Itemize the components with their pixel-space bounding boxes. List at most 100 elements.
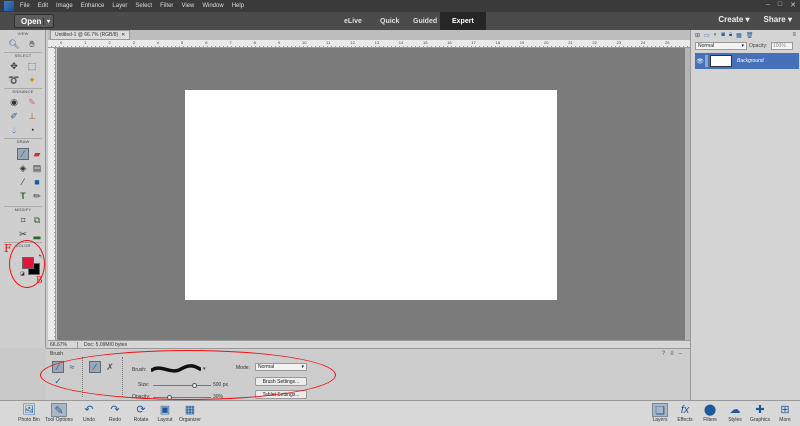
close-icon[interactable]: –: [679, 351, 682, 357]
menu-image[interactable]: Image: [56, 3, 73, 9]
eraser-tool-icon[interactable]: ▰: [31, 148, 43, 160]
zoom-tool-icon[interactable]: 🔍︎: [8, 38, 20, 50]
close-icon[interactable]: ✕: [790, 1, 796, 9]
visibility-eye-icon[interactable]: 👁︎: [695, 58, 705, 65]
chevron-down-icon[interactable]: ▾: [42, 17, 50, 25]
lock-all-icon[interactable]: ▦: [736, 32, 742, 39]
ruler-tick-label: 19: [519, 40, 525, 45]
create-label: Create: [718, 15, 744, 24]
bottom-taskbar: 🖼︎ Photo Bin ✎ Tool Options ↶ Undo ↷ Red…: [0, 400, 800, 426]
paint-bucket-tool-icon[interactable]: ◈: [17, 162, 29, 174]
more-button[interactable]: ⊞ More: [770, 403, 800, 423]
section-draw-label: DRAW: [16, 139, 30, 144]
blend-mode-value: Normal: [698, 43, 715, 49]
document-canvas[interactable]: [185, 90, 557, 300]
adjustment-layer-icon[interactable]: ◐: [714, 32, 718, 39]
menu-select[interactable]: Select: [135, 3, 152, 9]
eyedropper-tool-icon[interactable]: ⁄: [17, 176, 29, 188]
layer-opacity-field[interactable]: 100%: [771, 42, 793, 50]
canvas-workspace[interactable]: [57, 48, 685, 340]
redo-icon: ↷: [110, 404, 120, 416]
create-button[interactable]: Create ▾: [718, 15, 749, 24]
ruler-tick-label: 13: [374, 40, 380, 45]
open-label: Open: [21, 16, 42, 26]
document-tab[interactable]: Untitled-1 @ 66.7% (RGB/8) ✕: [50, 30, 131, 40]
menu-view[interactable]: View: [181, 3, 194, 9]
open-button[interactable]: Open ▾: [14, 14, 54, 28]
lasso-tool-icon[interactable]: ➰: [8, 74, 20, 86]
sponge-tool-icon[interactable]: ◔: [26, 124, 38, 136]
menu-layer[interactable]: Layer: [112, 3, 127, 9]
panel-menu-icon[interactable]: ≡: [670, 351, 674, 357]
annotation-ellipse: [40, 350, 336, 400]
recompose-tool-icon[interactable]: ⧉: [31, 214, 43, 226]
share-button[interactable]: Share ▾: [764, 15, 792, 24]
content-aware-move-tool-icon[interactable]: ✂: [17, 228, 29, 240]
spot-healing-tool-icon[interactable]: ✎: [26, 96, 38, 108]
tab-elive[interactable]: eLive: [344, 12, 362, 30]
ruler-tick-label: 5: [181, 40, 184, 45]
ruler-tick-label: 9: [277, 40, 281, 45]
marquee-tool-icon[interactable]: ⬚: [26, 60, 38, 72]
layer-mask-icon[interactable]: ◙: [721, 32, 725, 39]
new-layer-icon[interactable]: ⊞: [695, 32, 700, 39]
ruler-tick-label: 11: [326, 40, 331, 45]
type-tool-icon[interactable]: T: [17, 190, 29, 202]
hand-tool-icon[interactable]: ✋︎: [26, 38, 38, 50]
custom-shape-tool-icon[interactable]: ■: [31, 176, 43, 188]
menu-help[interactable]: Help: [232, 3, 244, 9]
foreground-color-swatch[interactable]: [22, 257, 34, 269]
tool-options-icon: ✎: [51, 403, 67, 417]
photo-bin-button[interactable]: 🖼︎ Photo Bin: [14, 403, 44, 423]
tab-expert[interactable]: Expert: [440, 12, 486, 30]
menu-edit[interactable]: Edit: [38, 3, 48, 9]
rotate-icon: ⟳: [136, 404, 146, 416]
smart-brush-tool-icon[interactable]: ✐: [8, 110, 20, 122]
menu-file[interactable]: File: [20, 3, 30, 9]
ruler-tick-label: 18: [495, 40, 501, 45]
ruler-tick-label: 15: [423, 40, 428, 45]
chevron-down-icon: ▾: [741, 43, 744, 49]
vertical-ruler: [48, 48, 56, 340]
tab-quick[interactable]: Quick: [380, 12, 399, 30]
lock-icon[interactable]: 🔒︎: [729, 32, 732, 39]
layer-row[interactable]: 👁︎ Background: [695, 53, 799, 69]
minimize-icon[interactable]: –: [766, 1, 770, 9]
new-group-icon[interactable]: ▭: [704, 32, 710, 39]
crop-tool-icon[interactable]: ⌗: [17, 214, 29, 226]
ruler-tick-label: 22: [592, 40, 597, 45]
tab-guided[interactable]: Guided: [413, 12, 437, 30]
ruler-tick-label: 12: [350, 40, 355, 45]
close-icon[interactable]: ✕: [121, 32, 125, 38]
panel-menu-icon[interactable]: ≡: [792, 32, 796, 38]
menu-bar: File Edit Image Enhance Layer Select Fil…: [0, 0, 800, 12]
ruler-tick-label: 16: [447, 40, 452, 45]
menu-filter[interactable]: Filter: [160, 3, 173, 9]
maximize-icon[interactable]: □: [778, 1, 782, 9]
straighten-tool-icon[interactable]: ▂: [31, 228, 43, 240]
tool-options-button[interactable]: ✎ Tool Options: [44, 403, 74, 423]
plus-icon: ✚: [755, 404, 765, 416]
gradient-tool-icon[interactable]: ▤: [31, 162, 43, 174]
brush-tool-icon[interactable]: ∕: [17, 148, 29, 160]
blend-mode-select[interactable]: Normal ▾: [695, 42, 747, 50]
menu-window[interactable]: Window: [202, 3, 223, 9]
zoom-level[interactable]: 66.67%: [48, 341, 78, 348]
delete-layer-icon[interactable]: 🗑︎: [746, 32, 754, 39]
pencil-tool-icon[interactable]: ✏︎: [31, 190, 43, 202]
layers-label: Layers: [652, 417, 668, 423]
blur-tool-icon[interactable]: 💧︎: [8, 124, 20, 136]
ruler-tick-label: 2: [108, 40, 111, 45]
help-icon[interactable]: ?: [662, 351, 665, 357]
move-tool-icon[interactable]: ✥: [8, 60, 20, 72]
layer-tools: ⊞ ▭ ◐ ◙ 🔒︎ ▦ 🗑︎: [695, 32, 753, 39]
clone-stamp-tool-icon[interactable]: ⊥: [26, 110, 38, 122]
ruler-tick-label: 10: [302, 40, 307, 45]
magic-wand-tool-icon[interactable]: ✦: [26, 74, 38, 86]
ruler-tick-label: 21: [568, 40, 573, 45]
ruler-tick-label: 0: [60, 40, 63, 45]
chevron-down-icon: ▾: [787, 15, 792, 24]
organizer-button[interactable]: ▦ Organizer: [175, 403, 205, 423]
red-eye-tool-icon[interactable]: ◉: [8, 96, 20, 108]
menu-enhance[interactable]: Enhance: [81, 3, 105, 9]
